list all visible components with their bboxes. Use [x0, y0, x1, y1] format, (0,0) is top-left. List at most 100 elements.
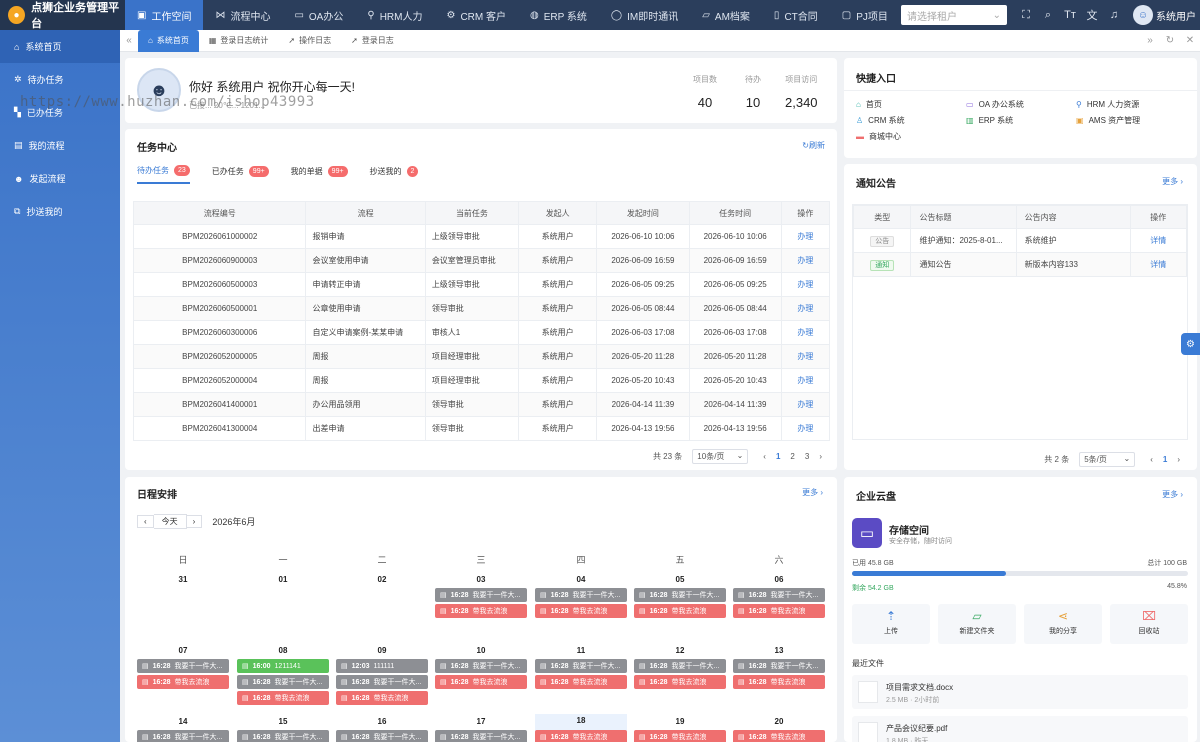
calendar-day[interactable]: 13: [733, 646, 825, 655]
tenant-select[interactable]: 请选择租户 ⌄: [901, 5, 1007, 25]
prev-month-button[interactable]: ‹: [137, 515, 154, 528]
top-nav-item-8[interactable]: ▯ CT合同: [762, 0, 830, 30]
handle-link[interactable]: 办理: [797, 304, 813, 313]
handle-link[interactable]: 办理: [797, 400, 813, 409]
calendar-event[interactable]: ▤ 12:03 111111: [336, 659, 428, 673]
calendar-day[interactable]: 03: [435, 575, 527, 584]
task-tab-0[interactable]: 待办任务 23: [137, 165, 190, 184]
disk-button-1[interactable]: ▱ 新建文件夹: [938, 604, 1016, 644]
quick-entry-item[interactable]: ▬ 商城中心: [856, 131, 901, 142]
calendar-day[interactable]: 10: [435, 646, 527, 655]
tab-2[interactable]: ➚ 操作日志: [278, 30, 341, 52]
top-nav-item-3[interactable]: ⚲ HRM人力: [355, 0, 434, 30]
app-logo[interactable]: ● 点狮企业务管理平台: [0, 0, 125, 30]
bell-icon[interactable]: ♫: [1103, 9, 1125, 21]
cloud-more-link[interactable]: 更多 ›: [1162, 489, 1183, 500]
page-3[interactable]: 3: [805, 452, 809, 461]
page-size-select[interactable]: 10条/页 ⌄: [692, 449, 749, 464]
sidebar-item-0[interactable]: ⌂ 系统首页: [0, 30, 120, 63]
next-page-icon[interactable]: ›: [819, 452, 822, 461]
top-nav-item-2[interactable]: ▭ OA办公: [282, 0, 355, 30]
calendar-event[interactable]: ▤ 16:28 我要干一件大...: [535, 659, 627, 673]
calendar-event[interactable]: ▤ 16:28 带我去流浪: [535, 730, 627, 742]
calendar-event[interactable]: ▤ 16:28 我要干一件大...: [634, 659, 726, 673]
recent-file-item[interactable]: 产品会议纪要.pdf 1.8 MB · 昨天: [852, 716, 1188, 742]
calendar-event[interactable]: ▤ 16:28 我要干一件大...: [435, 588, 527, 602]
handle-link[interactable]: 办理: [797, 352, 813, 361]
calendar-event[interactable]: ▤ 16:28 我要干一件大...: [435, 730, 527, 742]
quick-entry-item[interactable]: ▥ ERP 系统: [966, 115, 1013, 126]
close-all-icon[interactable]: ✕: [1180, 35, 1200, 46]
handle-link[interactable]: 办理: [797, 280, 813, 289]
notice-page-size-select[interactable]: 5条/页 ⌄: [1079, 452, 1136, 467]
quick-entry-item[interactable]: ♙ CRM 系统: [856, 115, 905, 126]
calendar-day[interactable]: 11: [535, 646, 627, 655]
calendar-day[interactable]: 02: [336, 575, 428, 584]
calendar-event[interactable]: ▤ 16:28 我要干一件大...: [137, 659, 229, 673]
schedule-more-link[interactable]: 更多 ›: [802, 487, 823, 498]
calendar-day[interactable]: 17: [435, 717, 527, 726]
calendar-day[interactable]: 31: [137, 575, 229, 584]
calendar-event[interactable]: ▤ 16:28 我要干一件大...: [733, 588, 825, 602]
quick-entry-item[interactable]: ▭ OA 办公系统: [966, 99, 1024, 110]
calendar-event[interactable]: ▤ 16:28 带我去流浪: [733, 604, 825, 618]
sidebar-item-3[interactable]: ▤ 我的流程: [0, 129, 120, 162]
quick-entry-item[interactable]: ⚲ HRM 人力资源: [1076, 99, 1139, 110]
calendar-day[interactable]: 19: [634, 717, 726, 726]
handle-link[interactable]: 办理: [797, 328, 813, 337]
calendar-event[interactable]: ▤ 16:28 带我去流浪: [733, 730, 825, 742]
recent-file-item[interactable]: 项目需求文档.docx 2.5 MB · 2小时前: [852, 675, 1188, 709]
translate-icon[interactable]: 文: [1081, 7, 1103, 23]
disk-button-0[interactable]: ⇡ 上传: [852, 604, 930, 644]
calendar-day[interactable]: 09: [336, 646, 428, 655]
calendar-event[interactable]: ▤ 16:28 带我去流浪: [435, 604, 527, 618]
calendar-day[interactable]: 05: [634, 575, 726, 584]
calendar-day[interactable]: 15: [237, 717, 329, 726]
task-tab-2[interactable]: 我的单据 99+: [291, 165, 348, 184]
calendar-day[interactable]: 06: [733, 575, 825, 584]
top-nav-item-4[interactable]: ⚙ CRM 客户: [434, 0, 518, 30]
calendar-day[interactable]: 12: [634, 646, 726, 655]
calendar-event[interactable]: ▤ 16:28 我要干一件大...: [634, 588, 726, 602]
handle-link[interactable]: 办理: [797, 256, 813, 265]
disk-button-3[interactable]: ⌧ 回收站: [1110, 604, 1188, 644]
task-tab-1[interactable]: 已办任务 99+: [212, 165, 269, 184]
tab-0[interactable]: ⌂ 系统首页: [138, 29, 199, 52]
notice-page-1[interactable]: 1: [1163, 455, 1167, 464]
refresh-icon[interactable]: ↻: [1160, 35, 1180, 46]
quick-entry-item[interactable]: ⌂ 首页: [856, 99, 882, 110]
calendar-day[interactable]: 20: [733, 717, 825, 726]
calendar-event[interactable]: ▤ 16:28 带我去流浪: [336, 691, 428, 705]
page-2[interactable]: 2: [790, 452, 794, 461]
calendar-event[interactable]: ▤ 16:28 带我去流浪: [137, 675, 229, 689]
top-nav-item-9[interactable]: ▢ PJ项目: [830, 0, 900, 30]
handle-link[interactable]: 办理: [797, 232, 813, 241]
handle-link[interactable]: 办理: [797, 424, 813, 433]
prev-page-icon[interactable]: ‹: [1150, 455, 1153, 464]
handle-link[interactable]: 办理: [797, 376, 813, 385]
calendar-event[interactable]: ▤ 16:28 我要干一件大...: [733, 659, 825, 673]
notice-detail-link[interactable]: 详情: [1150, 260, 1166, 269]
refresh-button[interactable]: ↻刷新: [802, 140, 825, 151]
notice-row[interactable]: 公告 维护通知：2025-8-01... 系统维护 详情: [852, 228, 1188, 253]
today-button[interactable]: 今天: [153, 514, 187, 529]
tab-1[interactable]: ▦ 登录日志统计: [199, 30, 279, 52]
sidebar-item-4[interactable]: ☻ 发起流程: [0, 162, 120, 195]
calendar-day[interactable]: 16: [336, 717, 428, 726]
search-icon[interactable]: ⌕: [1037, 9, 1059, 22]
calendar-event[interactable]: ▤ 16:28 我要干一件大...: [237, 730, 329, 742]
tab-3[interactable]: ➚ 登录日志: [341, 30, 404, 52]
top-nav-item-0[interactable]: ▣ 工作空间: [125, 0, 204, 30]
calendar-event[interactable]: ▤ 16:28 带我去流浪: [237, 691, 329, 705]
calendar-event[interactable]: ▤ 16:00 1211141: [237, 659, 329, 673]
page-1[interactable]: 1: [776, 452, 780, 461]
disk-button-2[interactable]: ⋖ 我的分享: [1024, 604, 1102, 644]
calendar-event[interactable]: ▤ 16:28 带我去流浪: [634, 604, 726, 618]
calendar-event[interactable]: ▤ 16:28 带我去流浪: [733, 675, 825, 689]
top-nav-item-6[interactable]: ◯ IM即时通讯: [599, 0, 690, 30]
calendar-event[interactable]: ▤ 16:28 带我去流浪: [435, 675, 527, 689]
settings-gear-icon[interactable]: ⚙: [1181, 333, 1200, 355]
font-size-icon[interactable]: Tт: [1059, 9, 1081, 21]
calendar-event[interactable]: ▤ 16:28 我要干一件大...: [237, 675, 329, 689]
calendar-event[interactable]: ▤ 16:28 带我去流浪: [634, 730, 726, 742]
